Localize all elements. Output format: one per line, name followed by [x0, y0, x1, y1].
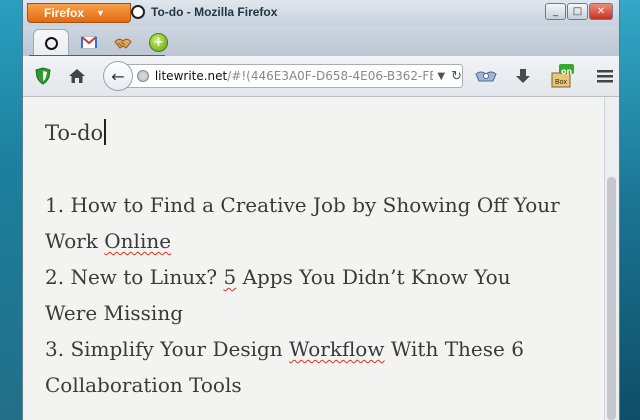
url-dropdown-icon[interactable]: ▼: [437, 71, 445, 82]
desktop-left: [0, 0, 22, 420]
extension-icon: [475, 71, 497, 82]
title-bar: Firefox ▼ To-do - Mozilla Firefox _ □ ✕: [23, 0, 619, 26]
downloads-button[interactable]: [511, 64, 535, 88]
scrollbar-thumb[interactable]: [607, 177, 616, 420]
list-item-text: 2. New to Linux?: [45, 265, 224, 289]
tab-handshake[interactable]: [107, 29, 139, 56]
misspelled-word: Online: [104, 229, 172, 253]
page-content[interactable]: To-do 1. How to Find a Creative Job by S…: [23, 97, 619, 420]
arrow-left-icon: ←: [111, 66, 125, 86]
menu-button[interactable]: [593, 64, 617, 88]
tab-gmail[interactable]: [73, 29, 105, 56]
desktop-right: [618, 0, 640, 420]
url-path: /#!(446E3A0F-D658-4E06-B362-FE725·: [227, 69, 434, 83]
download-arrow-icon: [516, 69, 530, 83]
document-body[interactable]: 1. How to Find a Creative Job by Showing…: [45, 187, 565, 403]
window-title: To-do - Mozilla Firefox: [151, 5, 278, 19]
chevron-down-icon: ▼: [96, 8, 105, 18]
shield-icon: [35, 67, 51, 85]
svg-text:Box: Box: [555, 79, 568, 86]
document-title[interactable]: To-do: [45, 119, 107, 145]
url-domain: litewrite.net: [154, 69, 228, 83]
addon-puzzle-button[interactable]: [471, 64, 501, 88]
firefox-menu-label: Firefox: [44, 6, 85, 20]
window-controls: _ □ ✕: [545, 3, 613, 20]
navigation-bar: litewrite.net/#!(446E3A0F-D658-4E06-B362…: [23, 56, 619, 97]
minimize-button[interactable]: _: [545, 3, 566, 20]
back-button[interactable]: ←: [103, 61, 133, 91]
circle-icon: [44, 36, 58, 50]
vertical-scrollbar[interactable]: [604, 97, 619, 420]
hamburger-menu-icon: [597, 70, 613, 83]
page-favicon-icon: [131, 5, 145, 19]
home-icon: [69, 69, 85, 83]
tab-strip: +: [23, 26, 619, 56]
text-caret: [104, 119, 107, 145]
close-button[interactable]: ✕: [589, 3, 613, 20]
maximize-button[interactable]: □: [567, 3, 588, 20]
url-bar[interactable]: litewrite.net/#!(446E3A0F-D658-4E06-B362…: [123, 64, 463, 88]
list-item[interactable]: 2. New to Linux? 5 Apps You Didn’t Know …: [45, 259, 565, 331]
list-item[interactable]: 1. How to Find a Creative Job by Showing…: [45, 187, 565, 259]
reload-icon[interactable]: ↻: [451, 69, 462, 84]
box-addon-button[interactable]: Box on: [549, 64, 575, 88]
misspelled-word: 5: [223, 265, 237, 289]
document-title-text: To-do: [45, 121, 104, 145]
tab-todo[interactable]: [33, 29, 69, 56]
shield-button[interactable]: [31, 64, 55, 88]
home-button[interactable]: [65, 64, 89, 88]
list-item-text: 3. Simplify Your Design: [45, 337, 290, 361]
handshake-icon: [114, 38, 132, 49]
firefox-menu-button[interactable]: Firefox ▼: [27, 3, 131, 23]
new-tab-button[interactable]: +: [149, 33, 168, 52]
globe-icon: [137, 70, 149, 82]
misspelled-word: Workflow: [289, 337, 385, 361]
url-text: litewrite.net/#!(446E3A0F-D658-4E06-B362…: [155, 69, 434, 83]
gmail-icon: [81, 36, 97, 49]
list-item[interactable]: 3. Simplify Your Design Workflow With Th…: [45, 331, 565, 403]
addon-on-badge: on: [561, 67, 573, 76]
browser-window: Firefox ▼ To-do - Mozilla Firefox _ □ ✕: [22, 0, 620, 420]
